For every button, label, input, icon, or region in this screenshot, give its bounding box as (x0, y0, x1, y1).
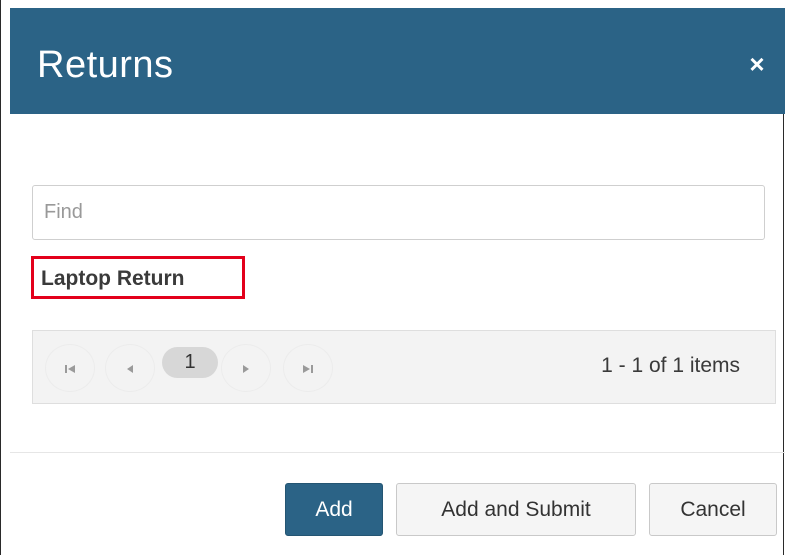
previous-page-icon[interactable] (105, 344, 155, 392)
search-input[interactable] (32, 185, 765, 240)
add-button[interactable]: Add (285, 483, 383, 536)
first-page-icon[interactable] (45, 344, 95, 392)
footer-divider (10, 452, 785, 453)
cancel-button[interactable]: Cancel (649, 483, 777, 536)
pager: 1 1 - 1 of 1 items (32, 330, 776, 404)
close-icon[interactable]: × (741, 48, 773, 80)
list-item-highlighted[interactable]: Laptop Return (31, 256, 245, 299)
returns-dialog: Returns × Laptop Return 1 (0, 0, 785, 555)
next-page-icon[interactable] (221, 344, 271, 392)
last-page-icon[interactable] (283, 344, 333, 392)
pager-info: 1 - 1 of 1 items (601, 354, 740, 377)
dialog-title: Returns (37, 44, 174, 86)
dialog-header: Returns × (10, 0, 785, 114)
add-and-submit-button[interactable]: Add and Submit (396, 483, 636, 536)
list-item-label: Laptop Return (41, 267, 185, 290)
current-page[interactable]: 1 (162, 347, 218, 378)
